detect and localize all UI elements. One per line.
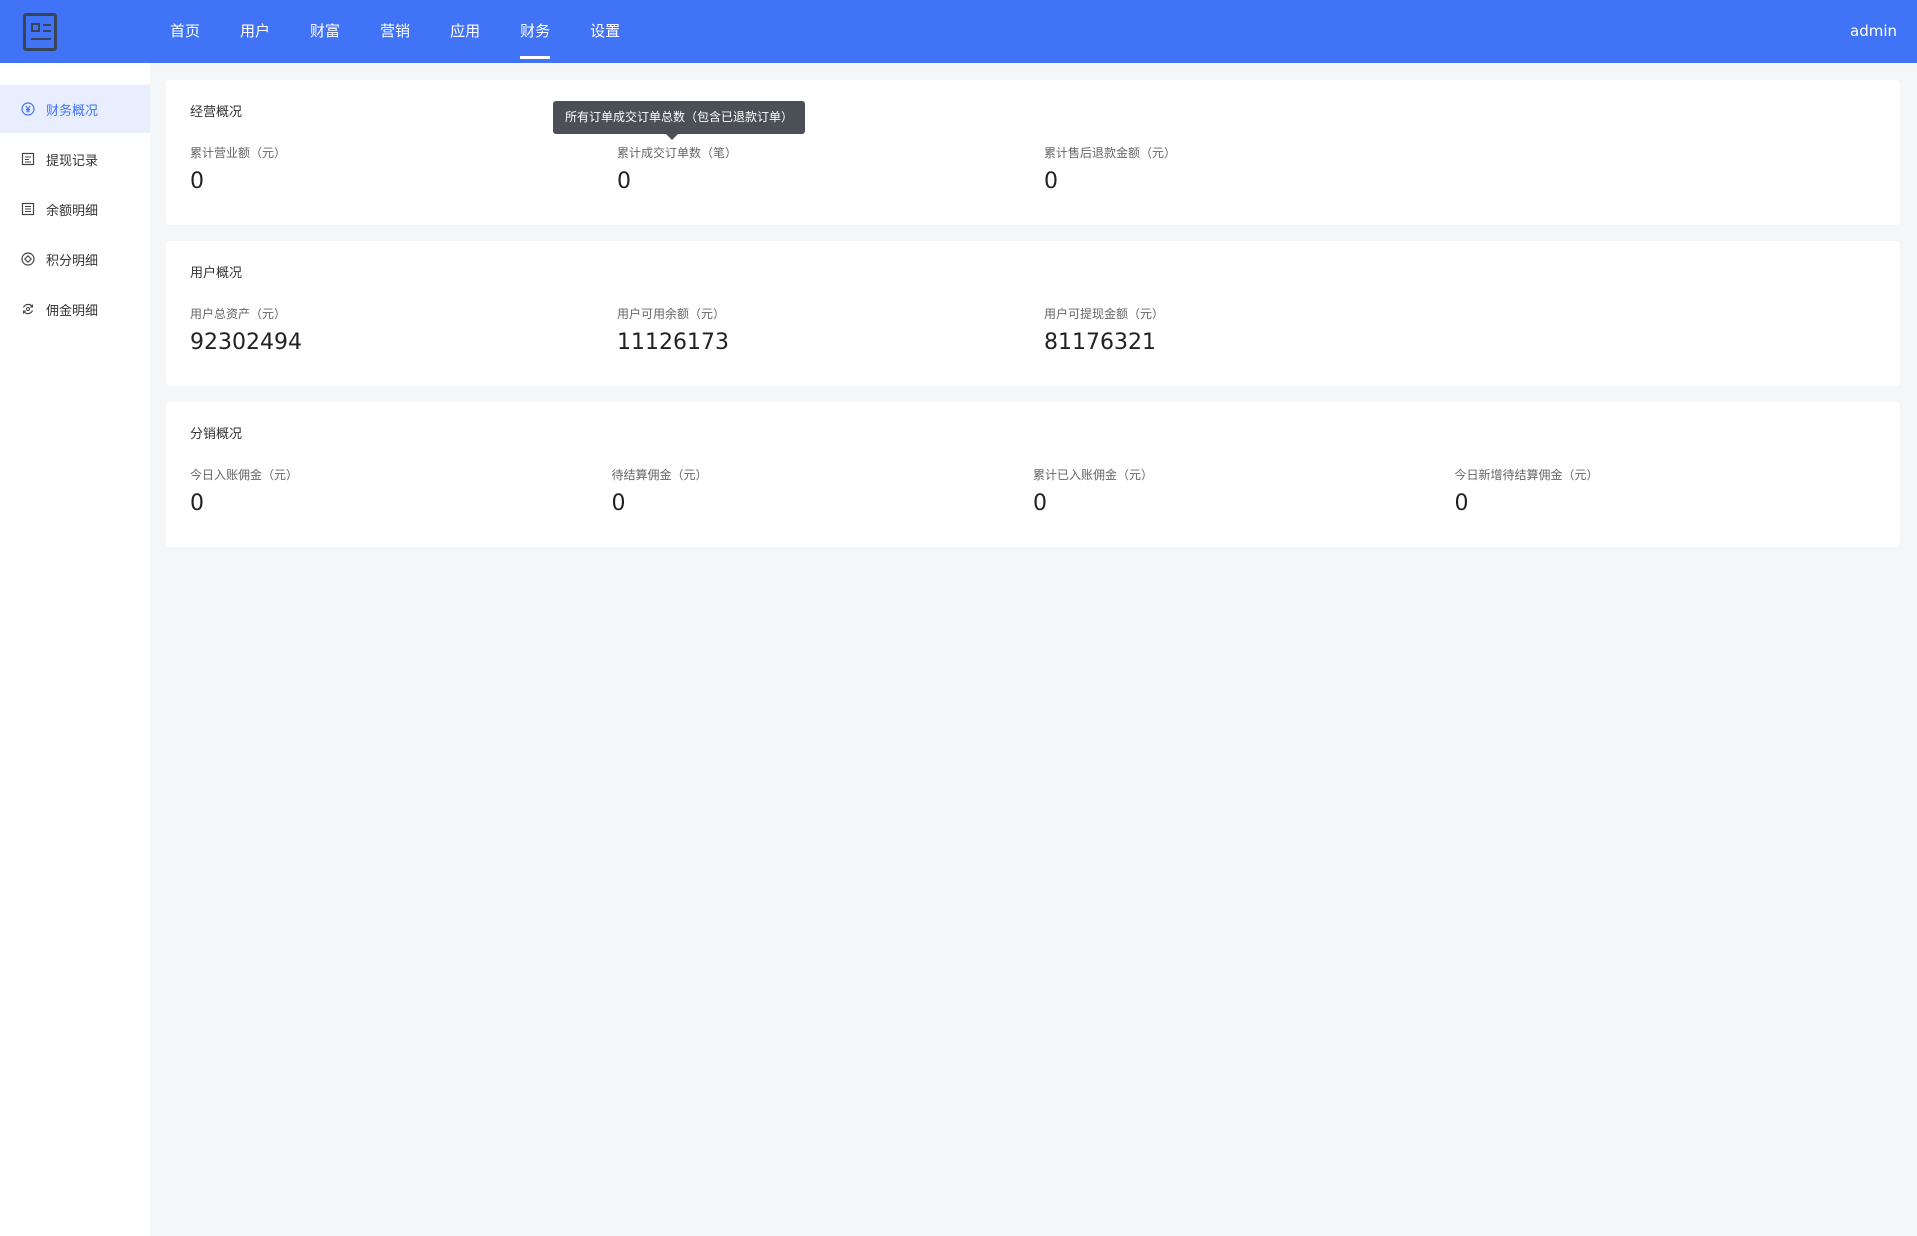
points-icon bbox=[20, 251, 36, 267]
stat-label: 用户可提现金额（元） bbox=[1044, 307, 1165, 321]
top-nav: 首页 用户 财富 营销 应用 财务 设置 bbox=[170, 0, 660, 63]
sidebar: 财务概况 提现记录 余额明细 积分明细 佣金明细 bbox=[0, 63, 150, 1236]
sidebar-item-label: 提现记录 bbox=[46, 153, 99, 169]
commission-icon bbox=[20, 301, 36, 317]
top-bar: 首页 用户 财富 营销 应用 财务 设置 admin bbox=[0, 0, 1917, 63]
stat-label: 累计已入账佣金（元） bbox=[1033, 468, 1154, 482]
nav-wealth[interactable]: 财富 bbox=[310, 0, 340, 63]
nav-apps[interactable]: 应用 bbox=[450, 0, 480, 63]
stat-value: 0 bbox=[611, 491, 626, 516]
stat-label: 待结算佣金（元） bbox=[611, 468, 708, 482]
stats-row: 累计营业额（元） 0 累计成交订单数（笔） 0 累计售后退款金额（元） 0 bbox=[190, 144, 1876, 196]
stat-label: 累计营业额（元） bbox=[190, 146, 287, 160]
nav-marketing[interactable]: 营销 bbox=[380, 0, 410, 63]
sidebar-item-finance-overview[interactable]: 财务概况 bbox=[0, 85, 150, 133]
stats-row: 今日入账佣金（元） 0 待结算佣金（元） 0 累计已入账佣金（元） 0 今日新增… bbox=[190, 466, 1876, 518]
list-icon bbox=[20, 201, 36, 217]
stat-today-new-pending: 今日新增待结算佣金（元） 0 bbox=[1455, 466, 1877, 518]
stat-value: 11126173 bbox=[617, 330, 729, 355]
yen-circle-icon bbox=[20, 101, 36, 117]
stat-value: 0 bbox=[1044, 169, 1058, 194]
card-title: 经营概况 bbox=[190, 105, 243, 120]
stat-label: 今日新增待结算佣金（元） bbox=[1454, 468, 1599, 482]
stat-value: 92302494 bbox=[190, 330, 302, 355]
stat-today-commission: 今日入账佣金（元） 0 bbox=[190, 466, 612, 518]
stat-pending-commission: 待结算佣金（元） 0 bbox=[612, 466, 1034, 518]
stat-total-orders[interactable]: 累计成交订单数（笔） 0 bbox=[617, 144, 1044, 196]
nav-home[interactable]: 首页 bbox=[170, 0, 200, 63]
nav-users[interactable]: 用户 bbox=[240, 0, 270, 63]
user-overview-card: 用户概况 用户总资产（元） 92302494 用户可用余额（元） 1112617… bbox=[166, 241, 1900, 386]
card-title: 用户概况 bbox=[190, 266, 243, 281]
business-overview-card: 经营概况 累计营业额（元） 0 累计成交订单数（笔） 0 累计售后退款金额（元）… bbox=[166, 80, 1900, 225]
stat-value: 0 bbox=[190, 169, 204, 194]
stat-user-total-assets: 用户总资产（元） 92302494 bbox=[190, 305, 617, 357]
stat-total-revenue: 累计营业额（元） 0 bbox=[190, 144, 617, 196]
stats-row: 用户总资产（元） 92302494 用户可用余额（元） 11126173 用户可… bbox=[190, 305, 1876, 357]
sidebar-item-commission-details[interactable]: 佣金明细 bbox=[0, 285, 150, 333]
record-icon bbox=[20, 151, 36, 167]
stat-value: 0 bbox=[1454, 491, 1469, 516]
stat-label: 用户总资产（元） bbox=[190, 307, 287, 321]
stat-label: 累计成交订单数（笔） bbox=[617, 146, 738, 160]
card-title: 分销概况 bbox=[190, 427, 243, 442]
sidebar-item-withdraw-records[interactable]: 提现记录 bbox=[0, 135, 150, 183]
logo-icon[interactable] bbox=[23, 12, 57, 51]
stat-value: 81176321 bbox=[1044, 330, 1156, 355]
stat-label: 今日入账佣金（元） bbox=[190, 468, 299, 482]
main-content: 经营概况 累计营业额（元） 0 累计成交订单数（笔） 0 累计售后退款金额（元）… bbox=[166, 80, 1900, 563]
sidebar-item-points-details[interactable]: 积分明细 bbox=[0, 235, 150, 283]
stat-label: 用户可用余额（元） bbox=[617, 307, 726, 321]
stat-value: 0 bbox=[617, 169, 631, 194]
nav-settings[interactable]: 设置 bbox=[590, 0, 620, 63]
stat-value: 0 bbox=[190, 491, 204, 516]
sidebar-item-balance-details[interactable]: 余额明细 bbox=[0, 185, 150, 233]
tooltip: 所有订单成交订单总数（包含已退款订单） bbox=[553, 101, 806, 140]
stat-value: 0 bbox=[1033, 491, 1047, 516]
stat-user-available-balance: 用户可用余额（元） 11126173 bbox=[617, 305, 1044, 357]
stat-total-commission: 累计已入账佣金（元） 0 bbox=[1033, 466, 1455, 518]
stat-total-refund: 累计售后退款金额（元） 0 bbox=[1044, 144, 1471, 196]
sidebar-item-label: 财务概况 bbox=[46, 103, 99, 119]
stat-label: 累计售后退款金额（元） bbox=[1044, 146, 1177, 160]
sidebar-item-label: 积分明细 bbox=[46, 253, 99, 269]
nav-finance[interactable]: 财务 bbox=[520, 0, 551, 63]
distribution-overview-card: 分销概况 今日入账佣金（元） 0 待结算佣金（元） 0 累计已入账佣金（元） 0… bbox=[166, 402, 1900, 547]
stat-user-withdrawable: 用户可提现金额（元） 81176321 bbox=[1044, 305, 1471, 357]
sidebar-item-label: 余额明细 bbox=[46, 203, 99, 219]
user-menu[interactable]: admin bbox=[1850, 0, 1897, 63]
sidebar-item-label: 佣金明细 bbox=[46, 303, 99, 319]
